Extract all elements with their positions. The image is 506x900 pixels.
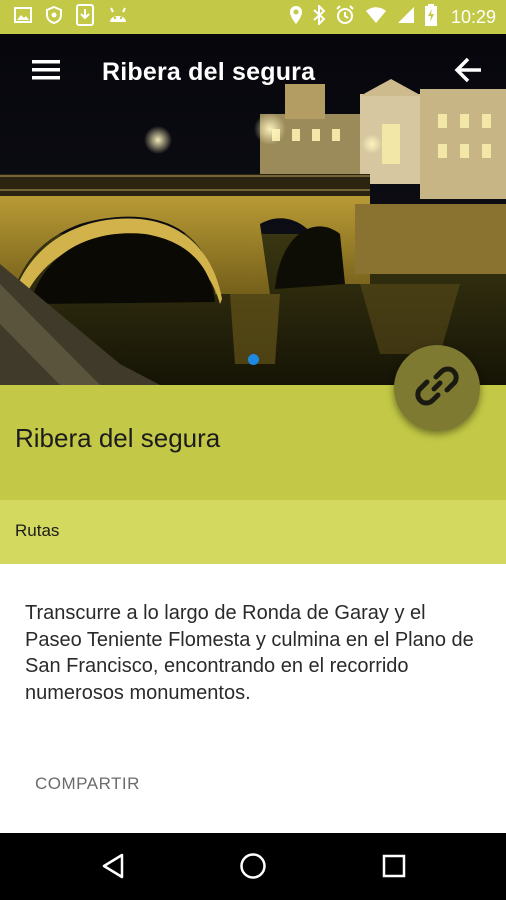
description-text: Transcurre a lo largo de Ronda de Garay … (25, 602, 474, 704)
carousel-page-indicator[interactable] (248, 354, 259, 365)
back-triangle-icon (101, 853, 125, 884)
download-icon (76, 3, 94, 31)
app-bar: Ribera del segura (0, 34, 506, 110)
system-navigation-bar (0, 833, 506, 900)
home-circle-icon (239, 852, 267, 885)
location-icon (289, 5, 303, 30)
shield-icon (46, 5, 62, 29)
android-icon (108, 6, 128, 29)
nav-recents-button[interactable] (372, 846, 416, 890)
link-fab-button[interactable] (394, 345, 480, 431)
wifi-icon (365, 6, 387, 29)
recents-square-icon (382, 854, 406, 883)
nav-home-button[interactable] (231, 846, 275, 890)
alarm-icon (335, 4, 355, 30)
menu-button[interactable] (20, 46, 72, 98)
category-label: Rutas (15, 521, 60, 540)
bluetooth-icon (313, 3, 326, 30)
place-title: Ribera del segura (15, 423, 221, 453)
signal-icon (397, 6, 415, 29)
link-icon (415, 364, 459, 413)
menu-icon (32, 59, 60, 86)
nav-back-button[interactable] (91, 846, 135, 890)
image-icon (14, 6, 32, 28)
back-button[interactable] (444, 48, 492, 96)
arrow-back-icon (454, 57, 482, 88)
battery-charging-icon (424, 3, 437, 31)
status-time: 10:29 (450, 6, 496, 27)
share-button[interactable]: COMPARTIR (35, 774, 140, 794)
app-bar-title: Ribera del segura (102, 57, 316, 86)
category-section: Rutas (0, 500, 506, 564)
status-bar: 10:29 (0, 0, 506, 34)
